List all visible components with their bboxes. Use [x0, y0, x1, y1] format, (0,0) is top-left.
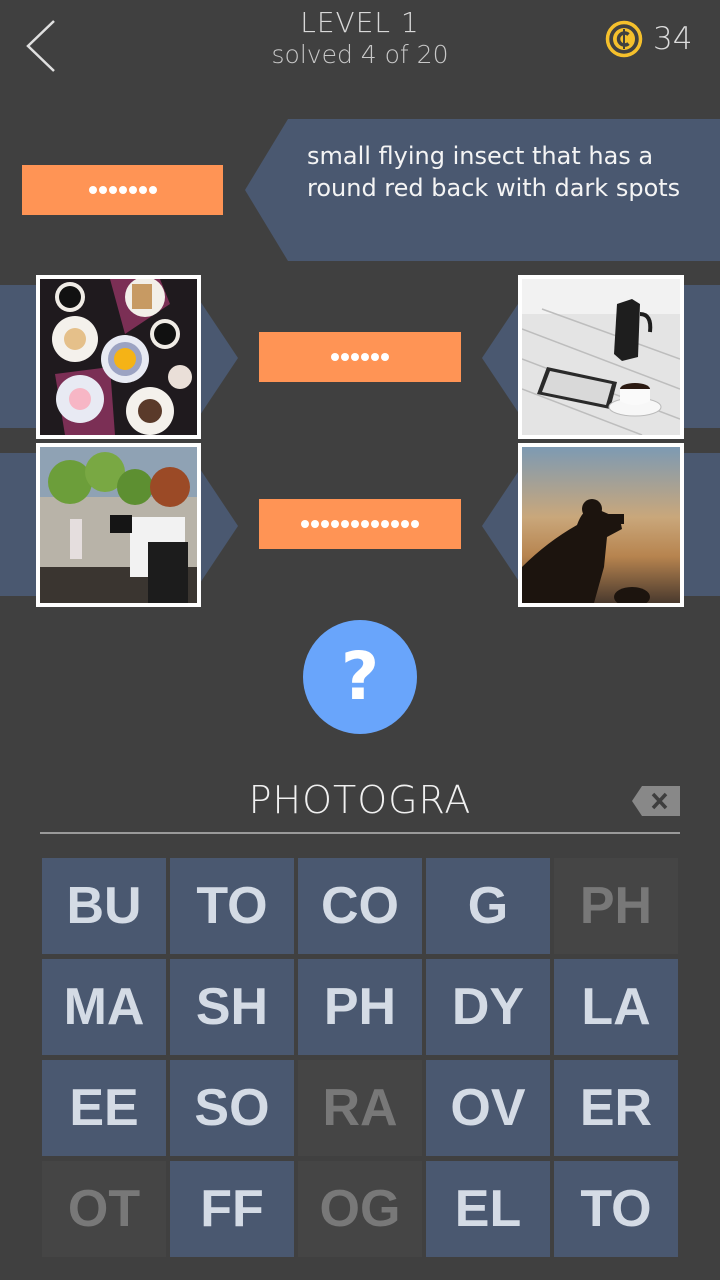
answer-dots — [331, 353, 389, 361]
letter-placeholder-dot — [351, 353, 359, 361]
coin-icon — [605, 20, 643, 58]
arrow-left-1 — [482, 298, 522, 418]
hint-button[interactable]: ? — [303, 620, 417, 734]
backspace-icon — [632, 786, 680, 816]
band-right-1 — [682, 285, 720, 428]
letter-placeholder-dot — [411, 520, 419, 528]
letter-placeholder-dot — [98, 186, 107, 194]
photo-illustration — [522, 447, 680, 603]
syllable-tile: OT — [42, 1161, 166, 1257]
syllable-tile[interactable]: EL — [426, 1161, 550, 1257]
syllable-tile[interactable]: OV — [426, 1060, 550, 1156]
arrow-right-2 — [198, 466, 238, 586]
letter-placeholder-dot — [88, 186, 97, 194]
syllable-tile[interactable]: PH — [298, 959, 422, 1055]
syllable-tile[interactable]: FF — [170, 1161, 294, 1257]
letter-placeholder-dot — [321, 520, 329, 528]
syllable-tile[interactable]: LA — [554, 959, 678, 1055]
answer-dots — [301, 520, 419, 528]
syllable-tile[interactable]: G — [426, 858, 550, 954]
band-left-1 — [0, 285, 40, 428]
answer-slot-clue[interactable] — [22, 165, 223, 215]
question-mark-icon: ? — [340, 638, 380, 715]
syllable-tile[interactable]: TO — [170, 858, 294, 954]
syllable-tile[interactable]: ER — [554, 1060, 678, 1156]
syllable-tile: PH — [554, 858, 678, 954]
current-guess: PHOTOGRA — [248, 778, 472, 822]
coin-count: 34 — [653, 21, 693, 57]
letter-placeholder-dot — [371, 520, 379, 528]
band-right-2 — [682, 453, 720, 596]
photo-illustration — [40, 279, 197, 435]
letter-placeholder-dot — [381, 353, 389, 361]
input-underline — [40, 832, 680, 834]
letter-placeholder-dot — [311, 520, 319, 528]
letter-placeholder-dot — [401, 520, 409, 528]
syllable-tile-grid: BU TO CO G PH MA SH PH DY LA EE SO RA OV ER OT FF OG EL TO — [42, 858, 678, 1257]
letter-placeholder-dot — [391, 520, 399, 528]
photographer-silhouette-sunset-photo[interactable] — [518, 443, 684, 607]
letter-placeholder-dot — [128, 186, 137, 194]
letter-placeholder-dot — [148, 186, 157, 194]
letter-placeholder-dot — [351, 520, 359, 528]
letter-placeholder-dot — [361, 520, 369, 528]
syllable-tile[interactable]: EE — [42, 1060, 166, 1156]
letter-placeholder-dot — [381, 520, 389, 528]
coffee-and-pastries-photo[interactable] — [36, 275, 201, 439]
syllable-tile[interactable]: DY — [426, 959, 550, 1055]
letter-placeholder-dot — [108, 186, 117, 194]
moka-pot-and-coffee-cup-photo[interactable] — [518, 275, 684, 439]
syllable-tile[interactable]: SO — [170, 1060, 294, 1156]
answer-dots — [88, 186, 157, 194]
letter-placeholder-dot — [138, 186, 147, 194]
woman-with-camera-photo[interactable] — [36, 443, 201, 607]
band-left-2 — [0, 453, 40, 596]
syllable-tile[interactable]: MA — [42, 959, 166, 1055]
syllable-tile[interactable]: TO — [554, 1161, 678, 1257]
clue-text: small flying insect that has a round red… — [307, 142, 681, 202]
syllable-tile: RA — [298, 1060, 422, 1156]
syllable-tile[interactable]: CO — [298, 858, 422, 954]
arrow-right-1 — [198, 298, 238, 418]
letter-placeholder-dot — [341, 520, 349, 528]
answer-slot-pair-2[interactable] — [259, 499, 461, 549]
answer-slot-pair-1[interactable] — [259, 332, 461, 382]
photo-illustration — [522, 279, 680, 435]
letter-placeholder-dot — [118, 186, 127, 194]
syllable-tile: OG — [298, 1161, 422, 1257]
letter-placeholder-dot — [331, 353, 339, 361]
letter-placeholder-dot — [331, 520, 339, 528]
letter-placeholder-dot — [301, 520, 309, 528]
letter-placeholder-dot — [341, 353, 349, 361]
backspace-button[interactable] — [632, 786, 680, 816]
syllable-tile[interactable]: BU — [42, 858, 166, 954]
letter-placeholder-dot — [361, 353, 369, 361]
arrow-left-2 — [482, 466, 522, 586]
syllable-tile[interactable]: SH — [170, 959, 294, 1055]
letter-placeholder-dot — [371, 353, 379, 361]
coin-balance: 34 — [605, 17, 692, 61]
photo-illustration — [40, 447, 197, 603]
